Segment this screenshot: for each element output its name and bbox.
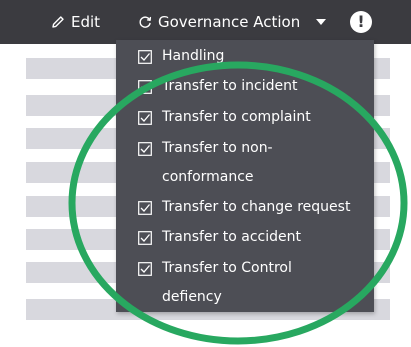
checkbox-checked-icon (116, 193, 162, 222)
checkbox-checked-icon (116, 103, 162, 132)
caret-down-icon (315, 18, 327, 26)
top-toolbar: Edit Governance Action ! (0, 0, 411, 44)
governance-action-menu: Handling Transfer to incident Transfer t… (116, 40, 374, 312)
checkbox-checked-icon (116, 42, 162, 71)
menu-item-label: Transfer to accident (162, 229, 301, 245)
edit-button[interactable]: Edit (51, 0, 100, 44)
menu-item-label: Transfer to complaint (162, 109, 311, 125)
menu-item-transfer-to-non-conformance[interactable]: Transfer to non-conformance (116, 134, 374, 192)
menu-item-label: Transfer to incident (162, 78, 298, 94)
menu-item-label: Transfer to Control defiency (162, 260, 292, 305)
checkbox-checked-icon (116, 72, 162, 101)
governance-action-label: Governance Action (158, 13, 301, 31)
pencil-icon (51, 15, 65, 29)
exclamation-icon: ! (350, 11, 372, 33)
refresh-icon (137, 14, 153, 30)
checkbox-checked-icon (116, 134, 162, 163)
governance-action-dropdown-toggle[interactable] (315, 0, 327, 44)
menu-item-label: Handling (162, 48, 225, 64)
menu-item-transfer-to-accident[interactable]: Transfer to accident (116, 223, 374, 252)
menu-item-label: Transfer to change request (162, 199, 351, 215)
governance-action-button[interactable]: Governance Action (137, 0, 300, 44)
alert-button[interactable]: ! (350, 0, 372, 44)
menu-item-transfer-to-change-request[interactable]: Transfer to change request (116, 193, 374, 222)
menu-item-handling[interactable]: Handling (116, 42, 374, 71)
checkbox-checked-icon (116, 223, 162, 252)
menu-item-transfer-to-complaint[interactable]: Transfer to complaint (116, 103, 374, 132)
menu-item-transfer-to-control-defiency[interactable]: Transfer to Control defiency (116, 254, 374, 312)
menu-item-transfer-to-incident[interactable]: Transfer to incident (116, 72, 374, 101)
checkbox-checked-icon (116, 254, 162, 283)
edit-label: Edit (71, 13, 101, 31)
menu-item-label: Transfer to non-conformance (162, 140, 273, 185)
